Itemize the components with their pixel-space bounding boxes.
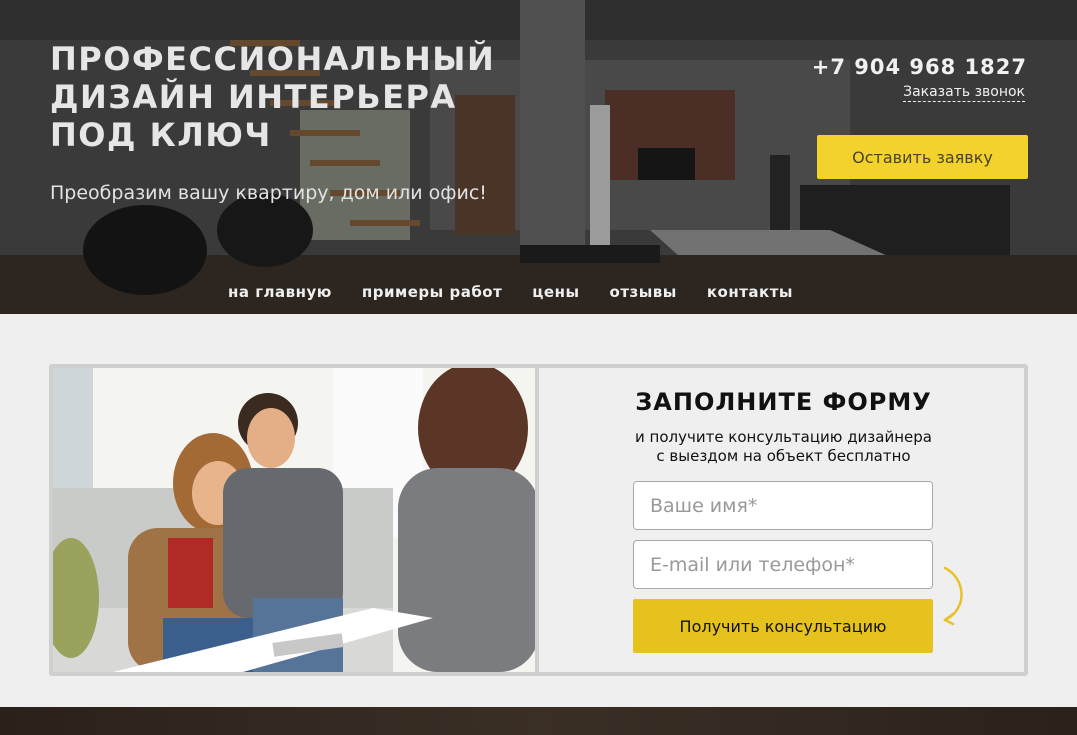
nav-reviews[interactable]: отзывы bbox=[610, 283, 677, 301]
hero-title: ПРОФЕССИОНАЛЬНЫЙ ДИЗАЙН ИНТЕРЬЕРА ПОД КЛ… bbox=[50, 40, 496, 154]
nav-portfolio[interactable]: примеры работ bbox=[362, 283, 502, 301]
form-title: ЗАПОЛНИТЕ ФОРМУ bbox=[635, 388, 932, 416]
consultation-card: ЗАПОЛНИТЕ ФОРМУ и получите консультацию … bbox=[49, 364, 1028, 676]
hero-subtitle: Преобразим вашу квартиру, дом или офис! bbox=[50, 182, 487, 204]
curved-arrow-icon bbox=[943, 566, 963, 626]
nav-home[interactable]: на главную bbox=[228, 283, 332, 301]
form-description: и получите консультацию дизайнера с выез… bbox=[635, 428, 932, 465]
next-section-preview bbox=[0, 707, 1077, 735]
nav-contacts[interactable]: контакты bbox=[707, 283, 793, 301]
name-input[interactable] bbox=[633, 481, 933, 530]
get-consultation-button[interactable]: Получить консультацию bbox=[633, 599, 933, 653]
consultation-image bbox=[53, 368, 535, 672]
leave-request-button[interactable]: Оставить заявку bbox=[817, 135, 1028, 179]
phone-number[interactable]: +7 904 968 1827 bbox=[812, 55, 1027, 79]
contact-input[interactable] bbox=[633, 540, 933, 589]
consultation-photo bbox=[53, 368, 539, 672]
nav-prices[interactable]: цены bbox=[532, 283, 579, 301]
hero-section: ПРОФЕССИОНАЛЬНЫЙ ДИЗАЙН ИНТЕРЬЕРА ПОД КЛ… bbox=[0, 0, 1077, 314]
consultation-form: ЗАПОЛНИТЕ ФОРМУ и получите консультацию … bbox=[543, 368, 1024, 672]
main-nav: на главную примеры работ цены отзывы кон… bbox=[0, 283, 1077, 301]
callback-link[interactable]: Заказать звонок bbox=[903, 84, 1025, 102]
